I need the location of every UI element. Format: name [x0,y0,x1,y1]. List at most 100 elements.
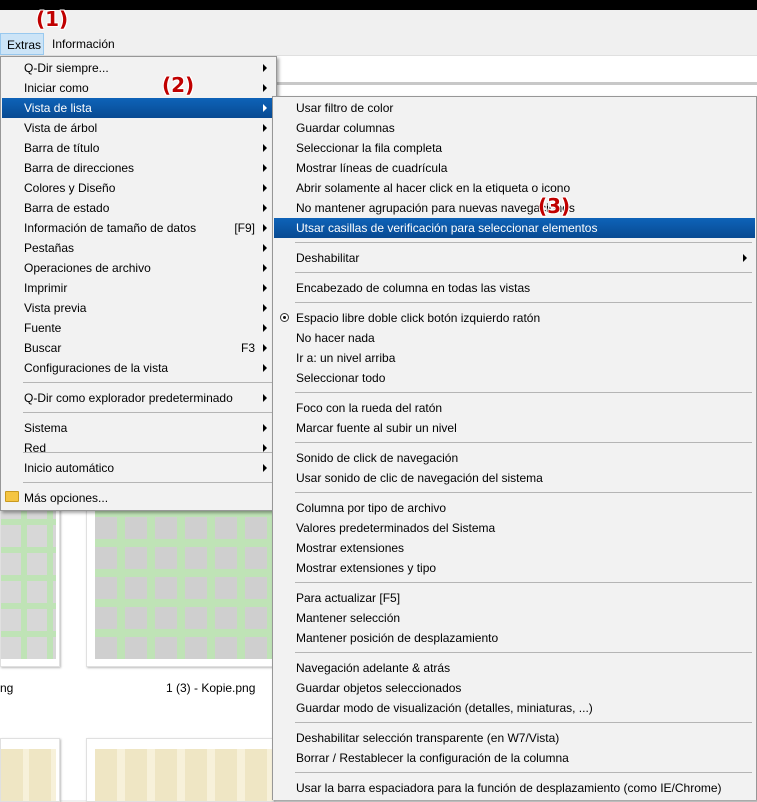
thumbnail-image [95,749,273,801]
menu-item[interactable]: Operaciones de archivo [2,258,275,278]
thumbnail-image [95,511,273,659]
submenu-item-label: Utsar casillas de verificación para sele… [296,221,598,235]
submenu-item[interactable]: Seleccionar todo [274,368,755,388]
submenu-item[interactable]: Columna por tipo de archivo [274,498,755,518]
menu-item[interactable]: Barra de estado [2,198,275,218]
menu-separator [295,242,752,243]
submenu-item[interactable]: Usar filtro de color [274,98,755,118]
submenu-item[interactable]: Abrir solamente al hacer click en la eti… [274,178,755,198]
submenu-item-label: Columna por tipo de archivo [296,501,447,515]
submenu-item[interactable]: Mantener posición de desplazamiento [274,628,755,648]
menu-item[interactable]: Q-Dir siempre... [2,58,275,78]
menu-item-label: Vista de árbol [24,121,98,135]
submenu-arrow-icon [263,64,267,72]
menu-item[interactable]: Más opciones... [2,488,275,508]
submenu-item[interactable]: Deshabilitar selección transparente (en … [274,728,755,748]
submenu-item-label: Borrar / Restablecer la configuración de… [296,751,569,765]
submenu-item-label: Navegación adelante & atrás [296,661,451,675]
menu-separator [295,442,752,443]
submenu-item-label: Abrir solamente al hacer click en la eti… [296,181,571,195]
menu-item-label: Barra de estado [24,201,110,215]
menu-item[interactable]: Barra de título [2,138,275,158]
submenu-item[interactable]: Valores predeterminados del Sistema [274,518,755,538]
submenu-item-label: Guardar columnas [296,121,395,135]
menu-item[interactable]: Buscar F3 [2,338,275,358]
submenu-item-label: Usar la barra espaciadora para la funció… [296,781,722,795]
menu-separator [295,492,752,493]
menu-item[interactable]: Colores y Diseño [2,178,275,198]
submenu-item-label: Foco con la rueda del ratón [296,401,443,415]
submenu-item-label: Sonido de click de navegación [296,451,459,465]
menu-item-label: Inicio automático [24,461,115,475]
submenu-item[interactable]: Usar sonido de clic de navegación del si… [274,468,755,488]
thumbnail-4[interactable] [86,738,274,802]
submenu-item[interactable]: Mantener selección [274,608,755,628]
menu-item[interactable]: Iniciar como [2,78,275,98]
menu-item[interactable]: Q-Dir como explorador predeterminado [2,388,275,408]
menu-item-label: Red [24,441,47,455]
submenu-item[interactable]: Guardar modo de visualización (detalles,… [274,698,755,718]
submenu-item[interactable]: Ir a: un nivel arriba [274,348,755,368]
menu-item-label: Vista previa [24,301,87,315]
menu-item-label: Colores y Diseño [24,181,116,195]
menu-item[interactable]: Vista de lista [2,98,275,118]
menu-item[interactable]: Inicio automático [2,458,275,478]
submenu-item[interactable]: Mostrar extensiones y tipo [274,558,755,578]
thumbnail-3[interactable] [0,738,60,802]
submenu-item[interactable]: Espacio libre doble click botón izquierd… [274,308,755,328]
submenu-arrow-icon [263,184,267,192]
file-name[interactable]: ng [0,681,13,695]
menu-item-label: Información de tamaño de datos [24,221,197,235]
submenu-item[interactable]: Guardar objetos seleccionados [274,678,755,698]
submenu-item[interactable]: No mantener agrupación para nuevas naveg… [274,198,755,218]
submenu-item[interactable]: Deshabilitar [274,248,755,268]
submenu-item[interactable]: Encabezado de columna en todas las vista… [274,278,755,298]
submenu-arrow-icon [263,464,267,472]
submenu-item[interactable]: Utsar casillas de verificación para sele… [274,218,755,238]
menu-item-label: Barra de título [24,141,100,155]
submenu-item[interactable]: Mostrar extensiones [274,538,755,558]
menu-item-label: Más opciones... [24,491,109,505]
submenu-item[interactable]: Foco con la rueda del ratón [274,398,755,418]
submenu-item[interactable]: Seleccionar la fila completa [274,138,755,158]
submenu-item[interactable]: Marcar fuente al subir un nivel [274,418,755,438]
submenu-item[interactable]: Usar la barra espaciadora para la funció… [274,778,755,798]
thumbnail-image [1,749,56,801]
menu-item-label: Q-Dir siempre... [24,61,109,75]
submenu-item[interactable]: Sonido de click de navegación [274,448,755,468]
thumbnail-2[interactable] [86,500,274,667]
submenu-item[interactable]: Navegación adelante & atrás [274,658,755,678]
submenu-item[interactable]: Borrar / Restablecer la configuración de… [274,748,755,768]
submenu-item[interactable]: Guardar columnas [274,118,755,138]
submenu-item-label: Mostrar líneas de cuadrícula [296,161,448,175]
menu-item-label: Pestañas [24,241,75,255]
submenu-item-label: Mantener selección [296,611,401,625]
submenu-item[interactable]: Para actualizar [F5] [274,588,755,608]
menu-item[interactable]: Sistema [2,418,275,438]
submenu-item-label: Valores predeterminados del Sistema [296,521,496,535]
submenu-item[interactable]: Mostrar líneas de cuadrícula [274,158,755,178]
submenu-item[interactable]: No hacer nada [274,328,755,348]
menu-item[interactable]: Configuraciones de la vista [2,358,275,378]
menu-item-label: Configuraciones de la vista [24,361,169,375]
menu-item[interactable]: Vista previa [2,298,275,318]
menu-extras[interactable]: Extras [0,33,44,55]
menu-informacion[interactable]: Información [46,33,121,55]
thumbnail-1[interactable] [0,500,60,667]
menu-item[interactable]: Barra de direcciones [2,158,275,178]
menu-item[interactable]: Información de tamaño de datos [F9] [2,218,275,238]
menu-item[interactable]: Fuente [2,318,275,338]
thumbnail-image [1,511,56,659]
address-bar[interactable] [270,60,757,85]
menu-item[interactable]: Imprimir [2,278,275,298]
menu-item-label: Vista de lista [24,101,92,115]
menu-separator [23,452,272,453]
menu-item[interactable]: Vista de árbol [2,118,275,138]
submenu-arrow-icon [263,204,267,212]
submenu-item-label: Deshabilitar selección transparente (en … [296,731,560,745]
menu-item[interactable]: Pestañas [2,238,275,258]
menu-item[interactable]: Red [2,438,275,458]
menu-item-label: Fuente [24,321,62,335]
radio-selected-icon [280,313,289,322]
file-name[interactable]: 1 (3) - Kopie.png [166,681,255,695]
